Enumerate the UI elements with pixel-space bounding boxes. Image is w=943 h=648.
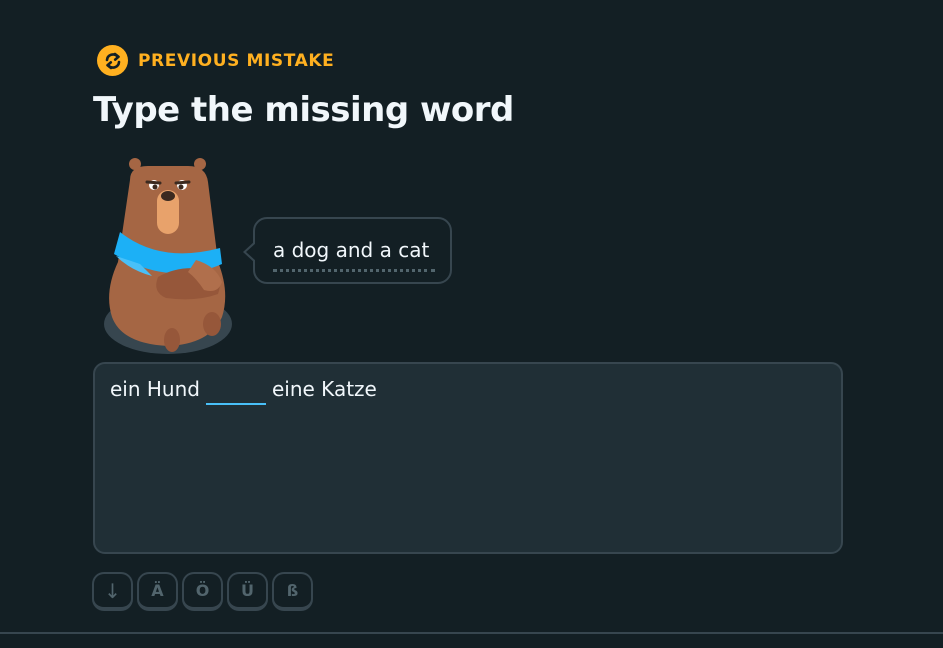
missing-word-input[interactable] bbox=[205, 377, 266, 405]
sentence-after: eine Katze bbox=[271, 377, 377, 401]
sentence: ein Hund eine Katze bbox=[110, 377, 377, 405]
answer-area: ein Hund eine Katze bbox=[93, 362, 843, 554]
speech-bubble: a dog and a cat bbox=[243, 217, 452, 284]
key-eszett[interactable]: ß bbox=[272, 572, 313, 611]
exercise-title: Type the missing word bbox=[93, 90, 514, 130]
bear-character bbox=[100, 152, 236, 360]
previous-mistake-label: PREVIOUS MISTAKE bbox=[138, 50, 335, 71]
prompt-text[interactable]: a dog and a cat bbox=[273, 238, 429, 262]
exercise-page: PREVIOUS MISTAKE Type the missing word a… bbox=[0, 0, 943, 648]
special-character-keys: ↓ Ä Ö Ü ß bbox=[92, 572, 313, 611]
repeat-icon bbox=[97, 45, 128, 76]
key-a-umlaut[interactable]: Ä bbox=[137, 572, 178, 611]
footer-divider bbox=[0, 632, 943, 634]
key-u-umlaut[interactable]: Ü bbox=[227, 572, 268, 611]
sentence-before: ein Hund bbox=[110, 377, 200, 401]
previous-mistake-header: PREVIOUS MISTAKE bbox=[97, 45, 334, 76]
hint-underline bbox=[273, 269, 435, 272]
key-o-umlaut[interactable]: Ö bbox=[182, 572, 223, 611]
collapse-keyboard-button[interactable]: ↓ bbox=[92, 572, 133, 611]
